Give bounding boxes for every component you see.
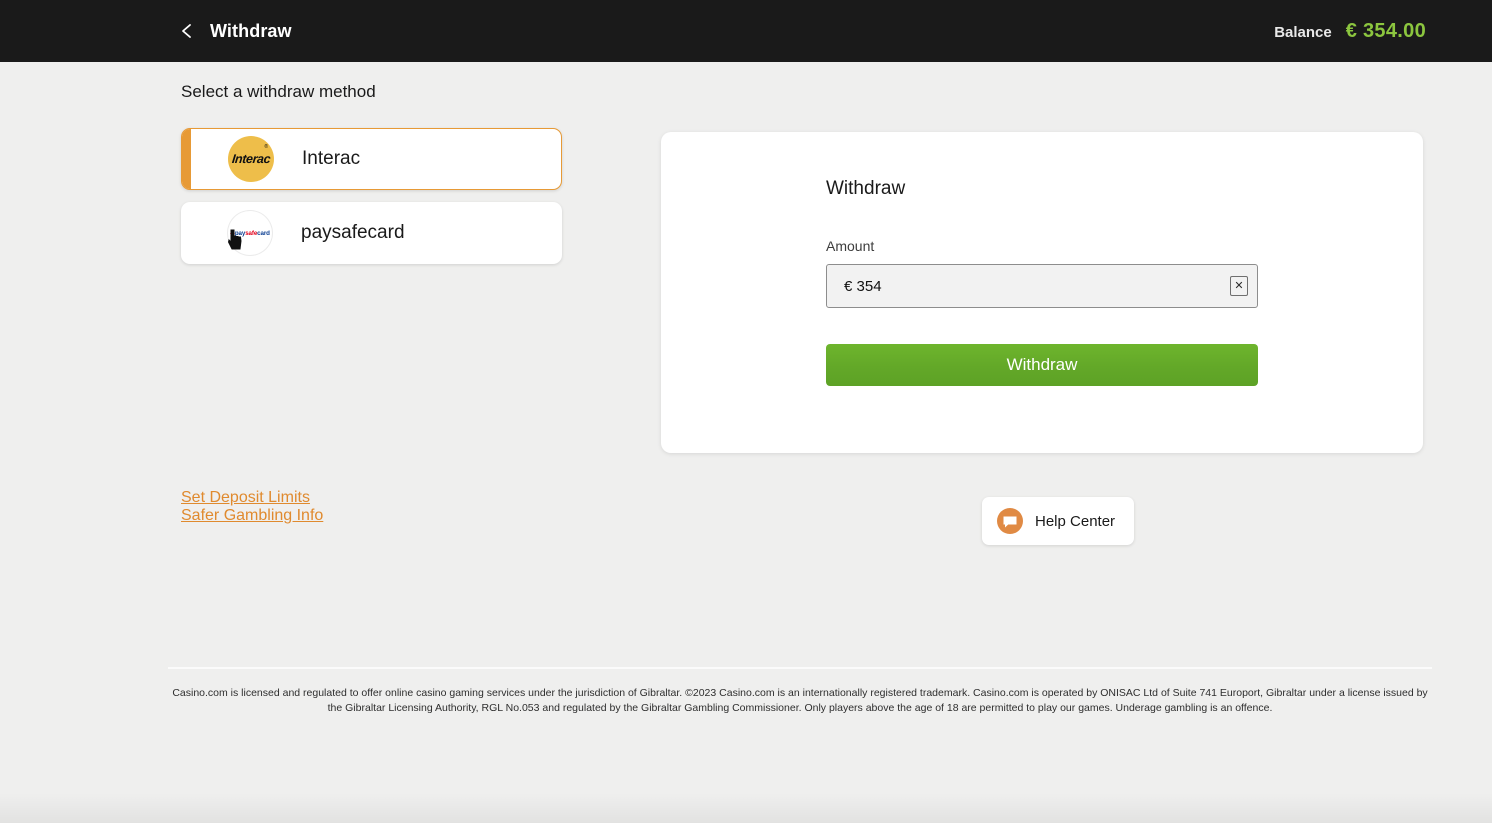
paysafecard-logo-text: ◆paysafecard bbox=[230, 229, 270, 237]
bottom-shadow bbox=[0, 793, 1492, 823]
chevron-left-icon bbox=[182, 24, 191, 38]
withdraw-method-list: Interac ® Interac ◆paysafecard paysafeca… bbox=[181, 128, 562, 276]
back-button[interactable] bbox=[178, 22, 196, 40]
responsible-gaming-links: Set Deposit Limits Safer Gambling Info bbox=[181, 489, 562, 525]
help-center-label: Help Center bbox=[1035, 512, 1116, 530]
amount-value: € 354 bbox=[844, 277, 882, 295]
balance-amount: € 354.00 bbox=[1345, 19, 1426, 42]
withdraw-submit-button[interactable]: Withdraw bbox=[826, 344, 1258, 386]
top-bar-left: Withdraw bbox=[178, 21, 292, 42]
paysafecard-logo-icon: ◆paysafecard bbox=[227, 210, 273, 256]
panel-title: Withdraw bbox=[826, 178, 906, 199]
footer-divider bbox=[168, 667, 1432, 669]
clear-amount-button[interactable]: ✕ bbox=[1230, 276, 1248, 296]
method-label-paysafecard: paysafecard bbox=[301, 222, 405, 243]
page-body: Select a withdraw method Interac ® Inter… bbox=[0, 62, 1492, 823]
help-wrapper: Help Center bbox=[982, 489, 1135, 545]
method-option-interac[interactable]: Interac ® Interac bbox=[181, 128, 562, 190]
interac-logo-icon: Interac ® bbox=[228, 136, 274, 182]
footer-legal-text: Casino.com is licensed and regulated to … bbox=[172, 687, 1428, 715]
page-title: Withdraw bbox=[210, 20, 292, 41]
balance-label: Balance bbox=[1274, 23, 1332, 41]
amount-input[interactable]: € 354 ✕ bbox=[826, 264, 1258, 308]
interac-registered-mark: ® bbox=[264, 144, 268, 150]
top-bar: Withdraw Balance € 354.00 bbox=[0, 0, 1492, 62]
chat-bubble-icon bbox=[997, 508, 1023, 534]
amount-label: Amount bbox=[826, 238, 875, 254]
withdraw-panel: Withdraw Amount € 354 ✕ Withdraw bbox=[661, 132, 1423, 453]
footer: Casino.com is licensed and regulated to … bbox=[168, 667, 1432, 716]
withdraw-panel-wrapper: Withdraw Amount € 354 ✕ Withdraw bbox=[661, 128, 1423, 453]
lower-section: Set Deposit Limits Safer Gambling Info H… bbox=[181, 489, 1492, 545]
interac-logo-text: Interac bbox=[231, 152, 271, 166]
help-center-button[interactable]: Help Center bbox=[982, 497, 1135, 545]
balance-display: Balance € 354.00 bbox=[1274, 20, 1426, 43]
content-area: Select a withdraw method Interac ® Inter… bbox=[0, 62, 1492, 545]
columns: Interac ® Interac ◆paysafecard paysafeca… bbox=[181, 128, 1492, 453]
safer-gambling-info-link[interactable]: Safer Gambling Info bbox=[181, 507, 323, 525]
set-deposit-limits-link[interactable]: Set Deposit Limits bbox=[181, 489, 310, 507]
method-option-paysafecard[interactable]: ◆paysafecard paysafecard bbox=[181, 202, 562, 264]
method-label-interac: Interac bbox=[302, 148, 361, 169]
section-title: Select a withdraw method bbox=[181, 82, 376, 101]
